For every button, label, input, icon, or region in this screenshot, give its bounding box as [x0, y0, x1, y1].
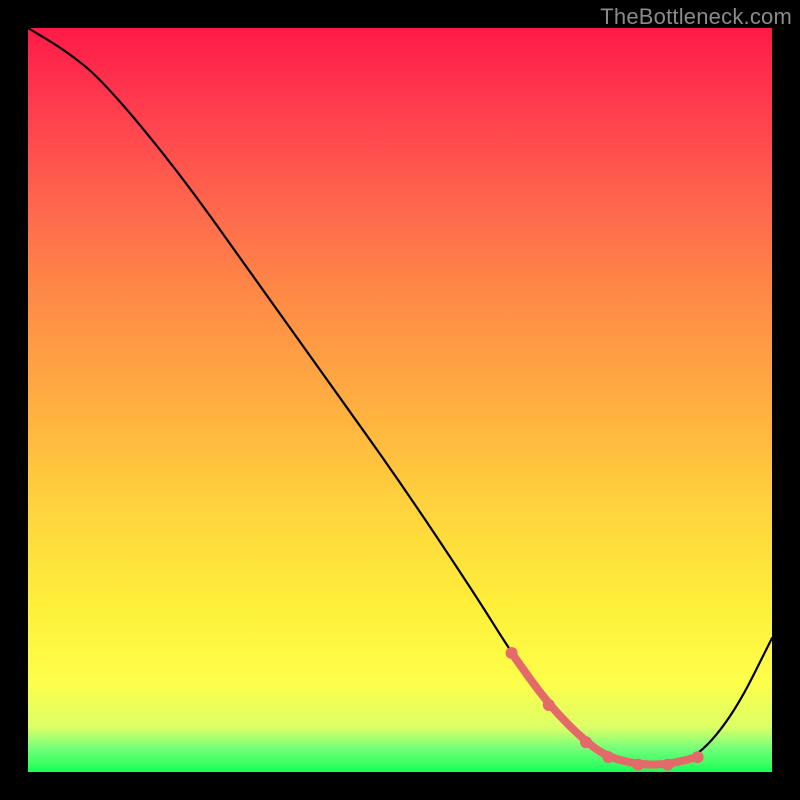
- highlight-dot: [602, 751, 614, 763]
- highlight-dot: [662, 759, 674, 771]
- highlight-curve-path: [512, 653, 698, 765]
- highlight-dot: [580, 736, 592, 748]
- bottleneck-curve-path: [28, 28, 772, 765]
- chart-plot-area: [28, 28, 772, 772]
- highlight-dot: [543, 699, 555, 711]
- bottleneck-line-chart: [28, 28, 772, 772]
- highlight-dot: [632, 759, 644, 771]
- highlight-dot: [506, 647, 518, 659]
- highlight-dot: [692, 751, 704, 763]
- attribution-text: TheBottleneck.com: [600, 4, 792, 30]
